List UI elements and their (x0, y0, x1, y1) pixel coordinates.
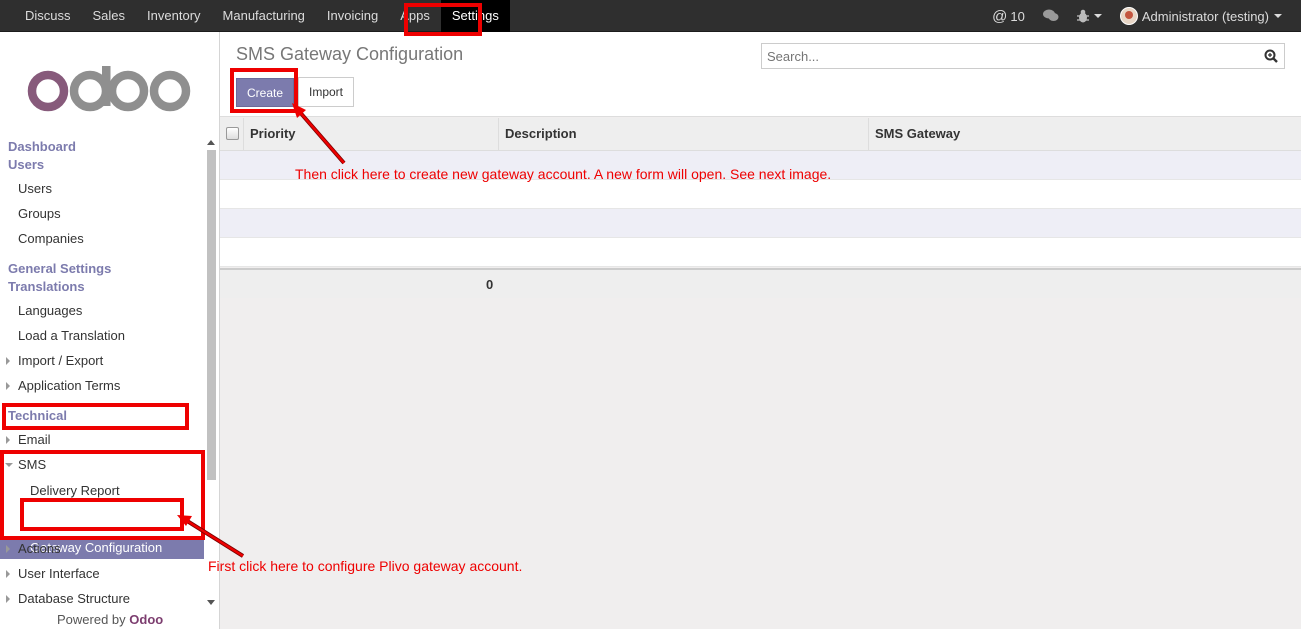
column-priority[interactable]: Priority (243, 118, 499, 151)
powered-by-label: Powered by (57, 612, 126, 627)
sidebar-item-groups[interactable]: Groups (18, 206, 61, 221)
chevron-down-icon (1093, 14, 1102, 18)
table-row (220, 180, 1301, 209)
search-icon[interactable] (1264, 49, 1278, 63)
sidebar-item-languages[interactable]: Languages (18, 303, 82, 318)
odoo-logo (27, 66, 191, 112)
user-menu[interactable]: Administrator (testing) (1111, 0, 1291, 32)
highlight-technical (2, 403, 189, 430)
chat-button[interactable] (1034, 0, 1068, 32)
sidebar-dashboard[interactable]: Dashboard (8, 139, 76, 154)
sidebar-item-email[interactable]: Email (6, 432, 51, 447)
sidebar-scrollbar[interactable] (205, 140, 217, 610)
sidebar-general-settings[interactable]: General Settings (8, 261, 111, 276)
column-description[interactable]: Description (498, 118, 868, 151)
select-all-checkbox[interactable] (226, 127, 239, 140)
sidebar-item-actions[interactable]: Actions (6, 541, 61, 556)
mentions-button[interactable]: @ 10 (983, 0, 1034, 32)
sidebar-section-users[interactable]: Users (8, 157, 44, 172)
sidebar-section-translations[interactable]: Translations (8, 279, 85, 294)
sidebar-item-users[interactable]: Users (18, 181, 52, 196)
menu-invoicing[interactable]: Invoicing (316, 0, 389, 32)
mentions-count: 10 (1010, 8, 1025, 24)
chat-icon (1042, 9, 1059, 21)
menu-manufacturing[interactable]: Manufacturing (212, 0, 316, 32)
bug-icon (1076, 9, 1089, 23)
main-content: SMS Gateway Configuration Create Import … (220, 32, 1301, 629)
sidebar-item-companies[interactable]: Companies (18, 231, 84, 246)
table-row (220, 209, 1301, 238)
highlight-settings-menu (404, 3, 482, 36)
sidebar-item-application-terms[interactable]: Application Terms (5, 378, 120, 393)
import-button[interactable]: Import (298, 77, 354, 107)
chevron-down-icon (1274, 14, 1282, 18)
search-box (761, 43, 1285, 69)
debug-button[interactable] (1068, 0, 1111, 32)
annotation-note-gateway: First click here to configure Plivo gate… (208, 558, 523, 574)
sidebar-item-database-structure[interactable]: Database Structure (5, 591, 130, 606)
menu-inventory[interactable]: Inventory (136, 0, 211, 32)
systray: @ 10 Administrator (testing) (983, 0, 1291, 32)
column-sms-gateway[interactable]: SMS Gateway (868, 118, 1301, 151)
control-panel: SMS Gateway Configuration Create Import (220, 32, 1301, 117)
sidebar-item-user-interface[interactable]: User Interface (6, 566, 100, 581)
footer-total: 0 (486, 277, 494, 292)
table-header: Priority Description SMS Gateway (220, 118, 1301, 151)
sidebar-item-load-translation[interactable]: Load a Translation (18, 328, 125, 343)
menu-discuss[interactable]: Discuss (14, 0, 82, 32)
sidebar-item-import-export[interactable]: Import / Export (5, 353, 103, 368)
user-name: Administrator (testing) (1141, 8, 1269, 24)
scrollbar-thumb[interactable] (207, 150, 216, 480)
highlight-create-button (230, 68, 298, 113)
highlight-gateway-configuration (20, 498, 184, 531)
menu-sales[interactable]: Sales (82, 0, 137, 32)
search-input[interactable] (762, 44, 1252, 68)
avatar (1119, 7, 1138, 25)
at-icon: @ (992, 7, 1008, 25)
table-footer: 0 (220, 268, 1301, 298)
powered-by: Powered by Odoo (57, 612, 163, 627)
powered-by-link[interactable]: Odoo (129, 612, 163, 627)
scroll-down-icon[interactable] (207, 600, 215, 605)
top-navbar: Discuss Sales Inventory Manufacturing In… (0, 0, 1301, 32)
page-title: SMS Gateway Configuration (236, 44, 464, 64)
table-row (220, 238, 1301, 267)
annotation-note-create: Then click here to create new gateway ac… (295, 166, 832, 182)
scroll-up-icon[interactable] (207, 140, 215, 145)
